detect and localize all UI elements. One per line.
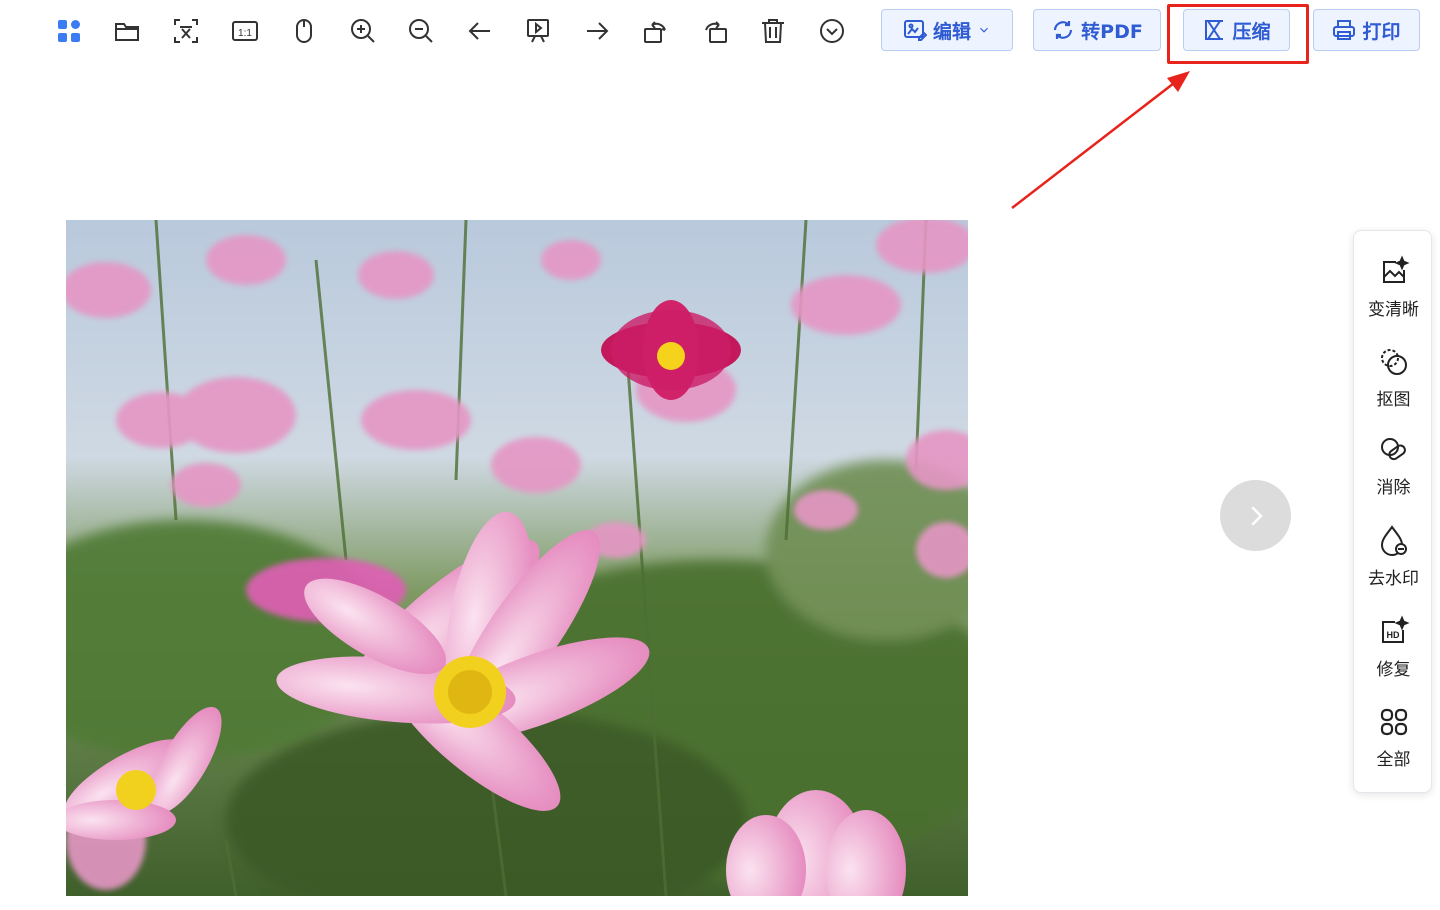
next-image-button[interactable]	[1220, 480, 1291, 551]
ocr-text-icon[interactable]	[167, 12, 205, 50]
print-button[interactable]: 打印	[1313, 9, 1420, 51]
cutout-icon	[1380, 349, 1407, 375]
hd-repair-icon: HD	[1381, 615, 1410, 643]
ai-tools-panel: 变清晰 抠图 消除 去水印 HD 修复 全部	[1353, 230, 1432, 793]
more-icon[interactable]	[813, 12, 851, 50]
image-edit-icon	[903, 20, 927, 41]
to-pdf-button[interactable]: 转PDF	[1033, 9, 1161, 51]
rotate-right-icon[interactable]	[696, 12, 734, 50]
side-item-enhance-label: 变清晰	[1368, 300, 1419, 320]
slideshow-icon[interactable]	[519, 12, 557, 50]
chevron-right-icon	[1250, 505, 1263, 526]
zoom-in-icon[interactable]	[344, 12, 382, 50]
print-label: 打印	[1362, 20, 1401, 43]
remove-watermark-icon	[1380, 525, 1407, 556]
zoom-out-icon[interactable]	[402, 12, 440, 50]
side-item-cutout[interactable]: 抠图	[1354, 345, 1433, 425]
side-item-remove-watermark[interactable]: 去水印	[1354, 524, 1433, 604]
side-item-enhance[interactable]: 变清晰	[1354, 255, 1433, 335]
printer-icon	[1333, 20, 1356, 40]
side-item-erase-label: 消除	[1376, 478, 1411, 498]
convert-icon	[1054, 21, 1073, 39]
side-item-cutout-label: 抠图	[1376, 390, 1411, 410]
rotate-left-icon[interactable]	[637, 12, 675, 50]
next-icon[interactable]	[578, 12, 616, 50]
mouse-icon[interactable]	[285, 12, 323, 50]
side-item-remove-watermark-label: 去水印	[1368, 569, 1419, 589]
to-pdf-label: 转PDF	[1081, 20, 1143, 43]
delete-icon[interactable]	[754, 12, 792, 50]
previous-icon[interactable]	[461, 12, 499, 50]
folder-icon[interactable]	[108, 12, 146, 50]
enhance-icon	[1382, 255, 1410, 283]
all-tools-icon	[1380, 708, 1407, 736]
side-item-all-tools-label: 全部	[1376, 750, 1411, 770]
erase-icon	[1380, 438, 1406, 461]
chevron-down-icon	[980, 27, 988, 33]
compress-highlight-box	[1167, 4, 1309, 64]
cosmos-flowers-photo	[66, 220, 968, 896]
apps-icon[interactable]	[50, 12, 88, 50]
side-item-hd-repair[interactable]: HD 修复	[1354, 615, 1433, 695]
edit-button[interactable]: 编辑	[881, 9, 1013, 51]
side-item-erase[interactable]: 消除	[1354, 433, 1433, 513]
edit-label: 编辑	[932, 20, 971, 43]
side-item-all-tools[interactable]: 全部	[1354, 705, 1433, 785]
svg-text:1:1: 1:1	[238, 28, 252, 39]
side-item-hd-repair-label: 修复	[1376, 660, 1411, 680]
svg-text:HD: HD	[1386, 630, 1399, 640]
actual-size-icon[interactable]: 1:1	[226, 12, 264, 50]
